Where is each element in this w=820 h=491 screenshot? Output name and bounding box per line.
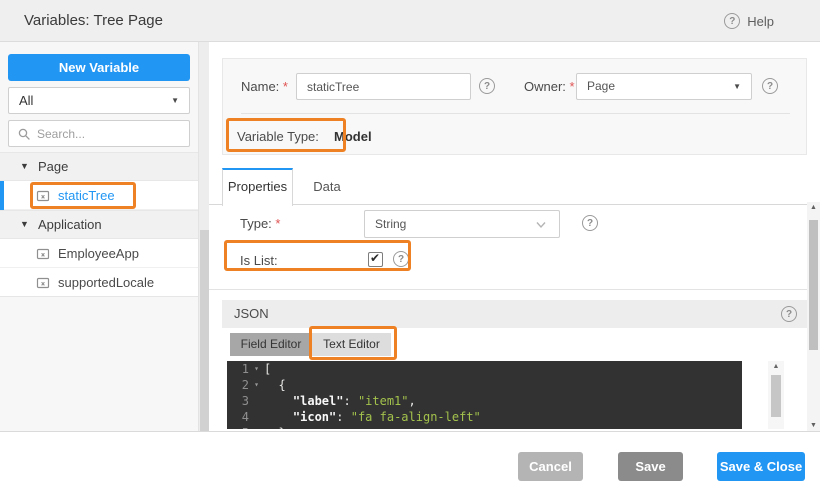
owner-label: Owner: * — [524, 79, 575, 94]
filter-selected-value: All — [19, 93, 34, 108]
dropdown-arrow-icon: ▼ — [171, 96, 179, 105]
fold-icon[interactable]: ▾ — [249, 377, 264, 393]
variable-detail-panel: Name: * ? Owner: * Page ▼ ? Variable Typ… — [209, 42, 820, 431]
help-circle-icon: ? — [724, 13, 741, 29]
tree-group-application[interactable]: ▼ Application — [0, 210, 198, 239]
fold-icon[interactable]: ▾ — [249, 361, 264, 377]
type-label: Type: * — [240, 216, 281, 231]
type-select[interactable]: String — [364, 210, 560, 238]
owner-help-icon[interactable]: ? — [762, 78, 778, 94]
editor-scrollbar-thumb[interactable] — [771, 375, 781, 417]
variable-filter-select[interactable]: All ▼ — [8, 87, 190, 114]
is-list-label: Is List: — [240, 253, 278, 268]
divider — [241, 113, 790, 114]
tab-properties[interactable]: Properties — [222, 168, 293, 206]
name-label: Name: * — [241, 79, 288, 94]
tree-group-label: Application — [38, 217, 102, 232]
save-button[interactable]: Save — [618, 452, 683, 481]
chevron-down-icon — [536, 222, 546, 229]
name-help-icon[interactable]: ? — [479, 78, 495, 94]
name-input[interactable] — [296, 73, 471, 100]
json-code-editor[interactable]: 1 ▾ [ 2 ▾ { 3 "label": "item1", 4 "icon"… — [227, 361, 742, 429]
variable-icon — [36, 190, 50, 202]
tree-item-statictree[interactable]: staticTree — [0, 181, 198, 210]
dialog-header: Variables: Tree Page ? Help — [0, 0, 820, 42]
owner-selected-value: Page — [587, 79, 616, 93]
tree-item-label: staticTree — [58, 188, 115, 203]
dropdown-arrow-icon: ▼ — [733, 82, 741, 91]
search-box — [8, 120, 190, 147]
panel-scrollbar[interactable]: ▲ ▼ — [807, 202, 820, 431]
collapse-arrow-icon: ▼ — [20, 219, 29, 229]
code-line: 2 ▾ { — [241, 377, 286, 393]
variable-type-label: Variable Type: — [237, 129, 319, 144]
json-section-header: JSON ? — [222, 300, 807, 328]
editor-scrollbar[interactable]: ▲ — [768, 361, 784, 429]
tree-group-page[interactable]: ▼ Page — [0, 152, 198, 181]
variable-summary-panel: Name: * ? Owner: * Page ▼ ? Variable Typ… — [222, 58, 807, 155]
panel-scrollbar-thumb[interactable] — [809, 220, 818, 350]
new-variable-button[interactable]: New Variable — [8, 54, 190, 81]
tree-item-supportedlocale[interactable]: supportedLocale — [0, 268, 198, 297]
required-mark: * — [275, 216, 281, 231]
json-section-title: JSON — [234, 306, 269, 321]
scroll-down-icon[interactable]: ▼ — [807, 422, 820, 429]
type-help-icon[interactable]: ? — [582, 215, 598, 231]
required-mark: * — [569, 79, 575, 94]
divider — [209, 289, 810, 290]
text-editor-button[interactable]: Text Editor — [312, 333, 391, 356]
search-icon — [18, 128, 30, 140]
code-line: 5 } — [227, 425, 742, 429]
is-list-help-icon[interactable]: ? — [393, 251, 409, 267]
is-list-checkbox[interactable]: ✔ — [368, 251, 383, 267]
json-help-icon[interactable]: ? — [781, 306, 797, 322]
variable-icon — [36, 277, 50, 289]
variables-dialog: Variables: Tree Page ? Help New Variable… — [0, 0, 820, 491]
code-line: 4 "icon": "fa fa-align-left" — [241, 410, 481, 424]
code-line: 1 ▾ [ — [241, 361, 272, 377]
collapse-arrow-icon: ▼ — [20, 161, 29, 171]
sidebar-scrollbar-thumb[interactable] — [200, 230, 209, 431]
scroll-up-icon[interactable]: ▲ — [768, 363, 784, 370]
tree-item-employeeapp[interactable]: EmployeeApp — [0, 239, 198, 268]
sidebar-scrollbar[interactable] — [198, 42, 209, 431]
variable-icon — [36, 248, 50, 260]
variable-type-value: Model — [334, 129, 372, 144]
field-editor-button[interactable]: Field Editor — [230, 333, 312, 356]
tree-item-label: EmployeeApp — [58, 246, 139, 261]
tree-item-label: supportedLocale — [58, 275, 155, 290]
code-line: 3 "label": "item1", — [241, 394, 416, 408]
page-title: Variables: Tree Page — [24, 12, 163, 29]
selected-indicator — [0, 181, 4, 210]
save-and-close-button[interactable]: Save & Close — [717, 452, 805, 481]
variables-sidebar: New Variable All ▼ ▼ Page — [0, 42, 198, 431]
help-button[interactable]: ? Help — [724, 0, 774, 42]
tab-data[interactable]: Data — [299, 168, 355, 205]
help-label: Help — [747, 13, 774, 29]
owner-select[interactable]: Page ▼ — [576, 73, 752, 100]
tree-group-label: Page — [38, 159, 69, 174]
required-mark: * — [282, 79, 288, 94]
type-selected-value: String — [375, 217, 407, 231]
dialog-footer: Cancel Save Save & Close — [0, 431, 820, 491]
search-input[interactable] — [37, 122, 185, 145]
check-icon: ✔ — [370, 251, 381, 265]
variables-tree: ▼ Page staticTree ▼ Application Employee… — [0, 152, 198, 297]
cancel-button[interactable]: Cancel — [518, 452, 583, 481]
scroll-up-icon[interactable]: ▲ — [807, 204, 820, 211]
